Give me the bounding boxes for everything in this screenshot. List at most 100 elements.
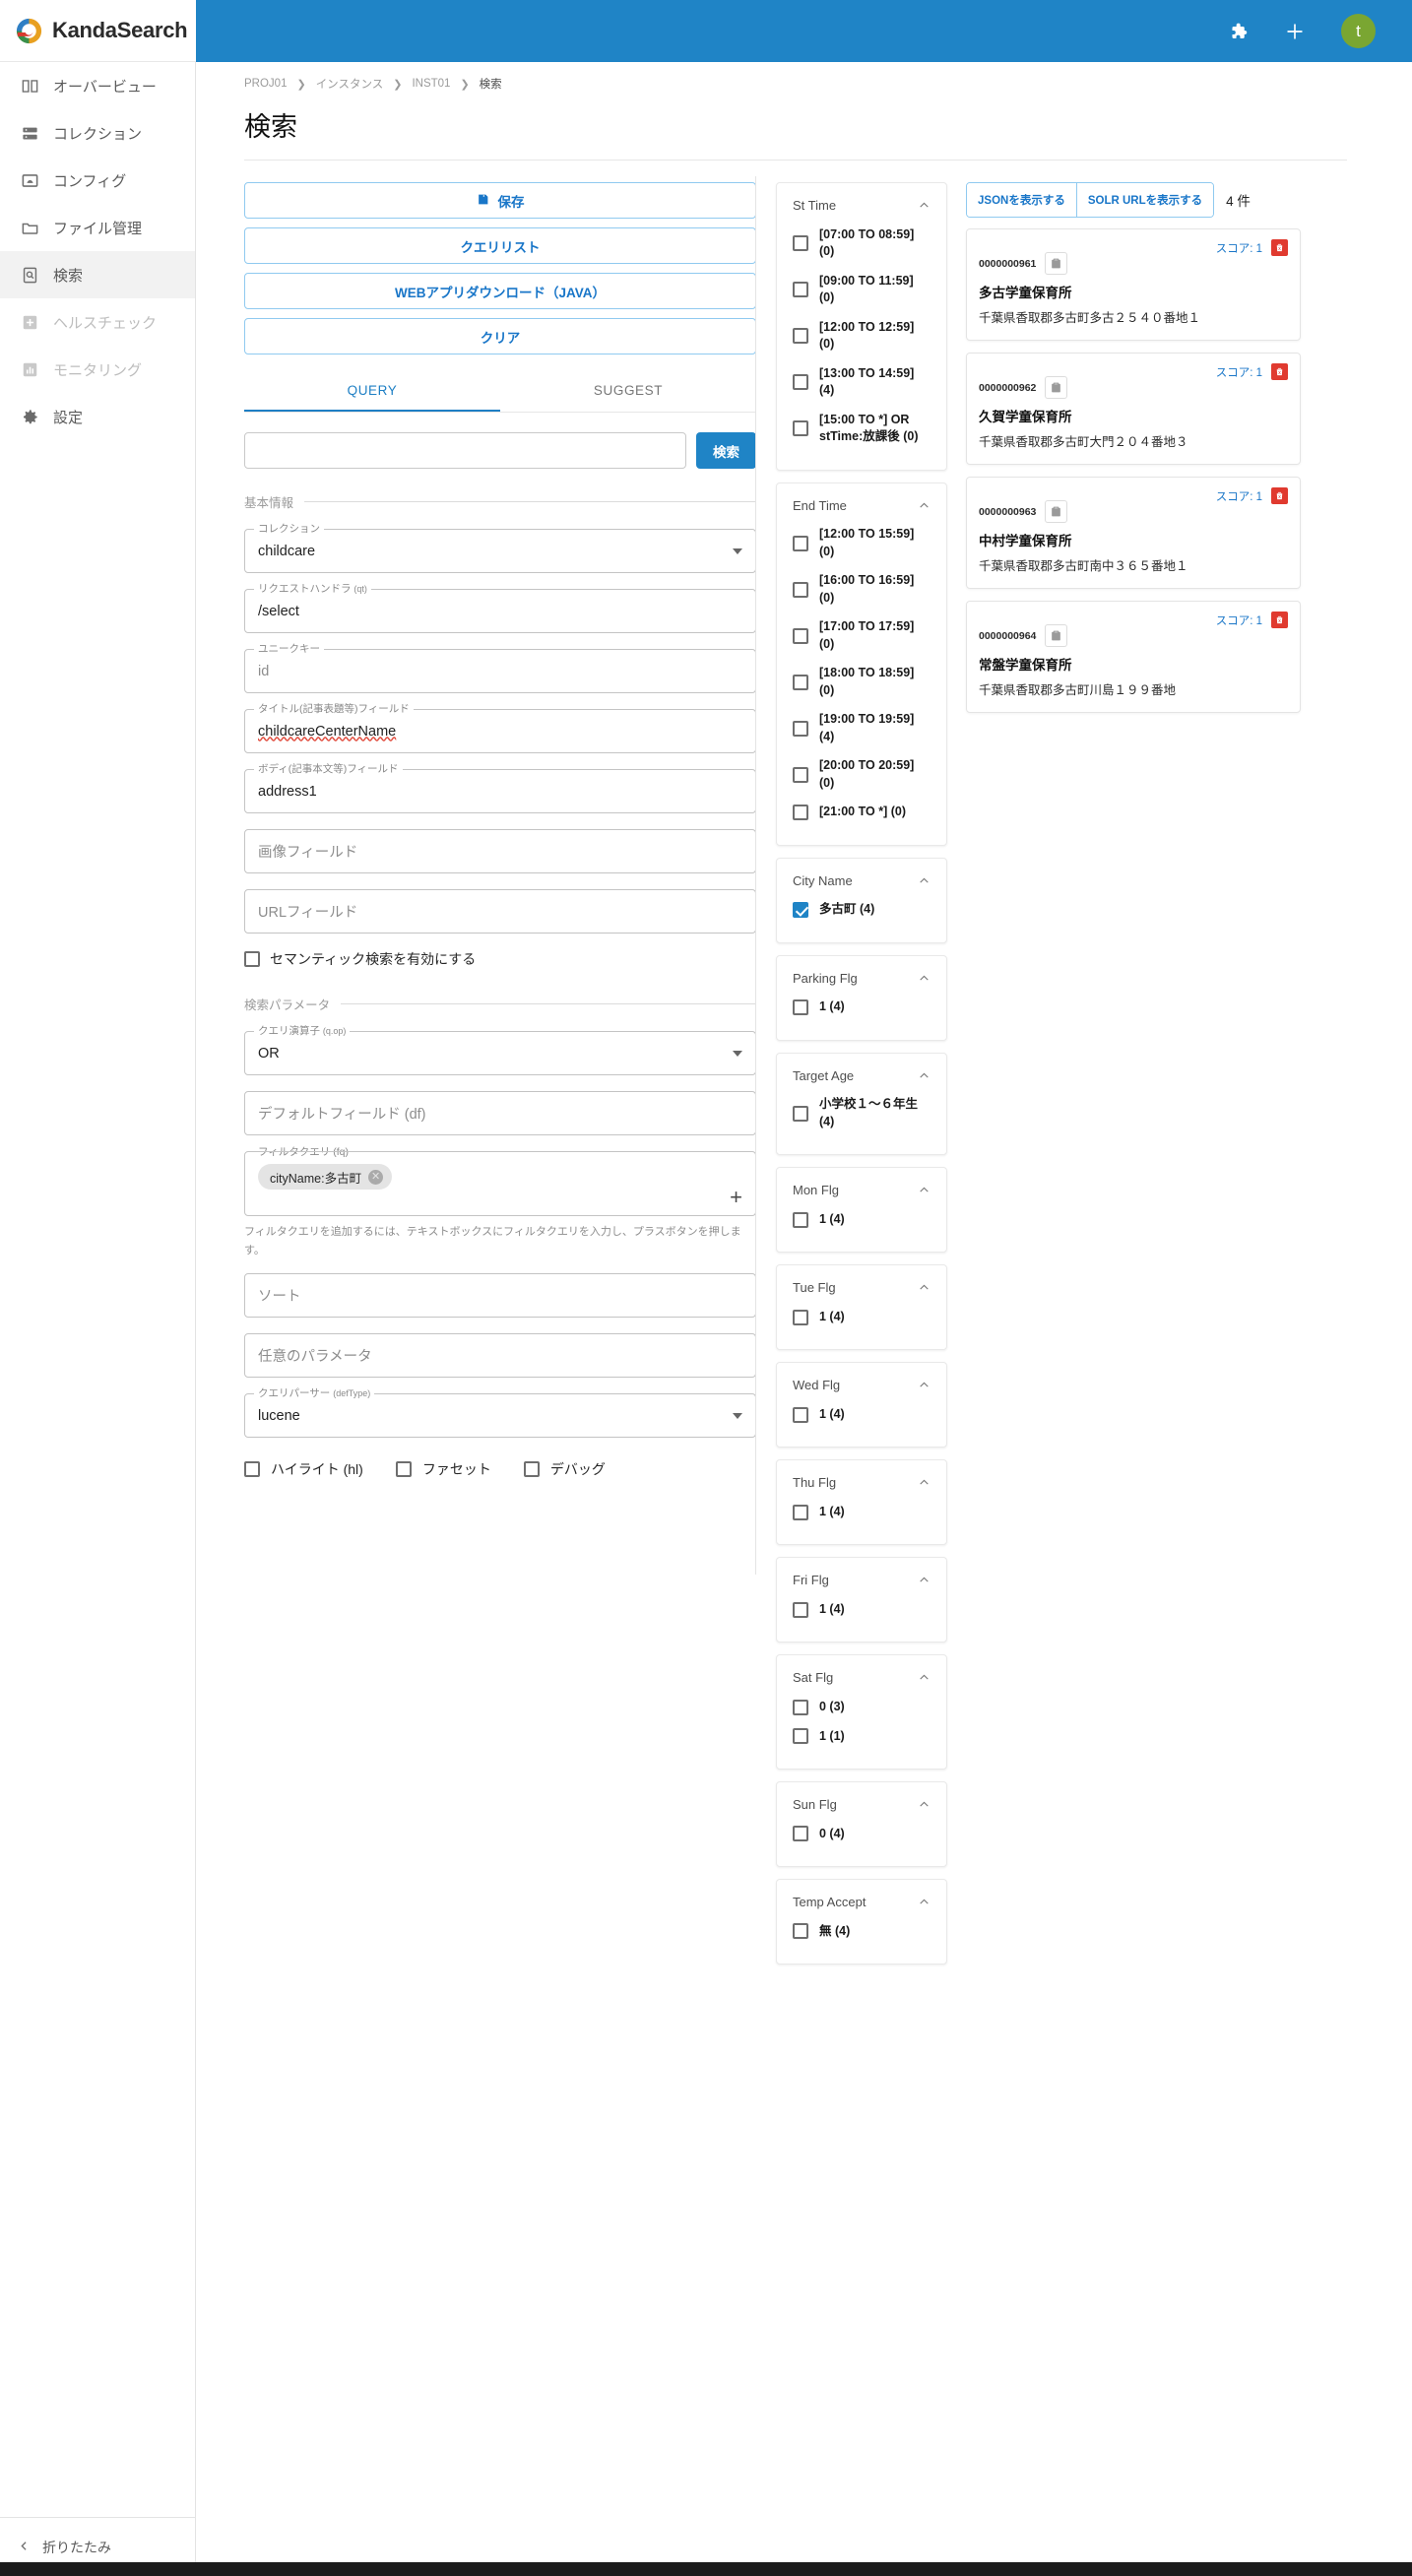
facet-option-checkbox[interactable] <box>793 235 808 252</box>
facet-option[interactable]: [17:00 TO 17:59] (0) <box>793 618 931 653</box>
facet-option-checkbox[interactable] <box>793 674 808 690</box>
facet-option[interactable]: 0 (3) <box>793 1699 931 1716</box>
facet-option-checkbox[interactable] <box>793 1601 808 1618</box>
request-handler-field[interactable]: リクエストハンドラ (qt) /select <box>244 582 756 633</box>
unique-key-field[interactable]: ユニークキー id <box>244 642 756 693</box>
sidebar-item-config[interactable]: コンフィグ <box>0 157 195 204</box>
show-json-button[interactable]: JSONを表示する <box>967 183 1076 217</box>
chevron-up-icon[interactable] <box>918 1476 931 1489</box>
optional-param-field[interactable]: 任意のパラメータ <box>244 1333 756 1379</box>
facet-header[interactable]: Mon Flg <box>793 1182 931 1199</box>
facet-option[interactable]: [13:00 TO 14:59] (4) <box>793 365 931 400</box>
trash-icon[interactable]: x <box>1271 487 1288 504</box>
facet-header[interactable]: Sun Flg <box>793 1796 931 1814</box>
facet-header[interactable]: Parking Flg <box>793 970 931 988</box>
filter-query-add-icon[interactable]: + <box>730 1187 742 1208</box>
facet-option-checkbox[interactable] <box>793 1406 808 1423</box>
sidebar-item-search[interactable]: 検索 <box>0 251 195 298</box>
facet-option[interactable]: 1 (4) <box>793 1211 931 1229</box>
facet-option[interactable]: [09:00 TO 11:59] (0) <box>793 273 931 307</box>
query-list-button[interactable]: クエリリスト <box>244 227 756 264</box>
facet-option[interactable]: 0 (4) <box>793 1826 931 1843</box>
facet-header[interactable]: Sat Flg <box>793 1669 931 1687</box>
chevron-up-icon[interactable] <box>918 199 931 212</box>
facet-option[interactable]: 1 (4) <box>793 998 931 1016</box>
result-card[interactable]: スコア: 1 x 0000000963 中村学童保育所 千葉県香取郡多古町南中３６５番地… <box>966 477 1301 589</box>
breadcrumb-item-instance[interactable]: INST01 <box>412 78 450 90</box>
facet-option[interactable]: [19:00 TO 19:59] (4) <box>793 711 931 745</box>
facet-option-checkbox[interactable] <box>793 1504 808 1520</box>
sidebar-item-collection[interactable]: コレクション <box>0 109 195 157</box>
facet-option-checkbox[interactable] <box>793 998 808 1015</box>
facet-option-checkbox[interactable] <box>793 1211 808 1228</box>
chevron-up-icon[interactable] <box>918 1574 931 1586</box>
avatar[interactable]: t <box>1341 14 1376 48</box>
puzzle-piece-icon[interactable] <box>1229 22 1249 41</box>
show-solr-url-button[interactable]: SOLR URLを表示する <box>1075 183 1214 217</box>
facet-option-checkbox[interactable] <box>793 1699 808 1715</box>
query-input[interactable] <box>244 432 686 469</box>
chevron-up-icon[interactable] <box>918 1671 931 1684</box>
facet-option-checkbox[interactable] <box>793 1728 808 1745</box>
sidebar-item-settings[interactable]: 設定 <box>0 393 195 440</box>
clipboard-icon[interactable] <box>1045 376 1068 399</box>
clipboard-icon[interactable] <box>1045 252 1068 275</box>
facet-option[interactable]: [15:00 TO *] OR stTime:放課後 (0) <box>793 412 931 446</box>
facet-option[interactable]: [16:00 TO 16:59] (0) <box>793 572 931 607</box>
save-button[interactable]: 保存 <box>244 182 756 219</box>
facet-checkbox[interactable] <box>395 1461 412 1478</box>
facet-header[interactable]: Temp Accept <box>793 1894 931 1911</box>
brand[interactable]: KandaSearch <box>0 0 196 62</box>
result-card[interactable]: スコア: 1 x 0000000962 久賀学童保育所 千葉県香取郡多古町大門２０４番地… <box>966 353 1301 465</box>
chip-close-icon[interactable]: ✕ <box>368 1169 384 1185</box>
semantic-search-checkbox[interactable] <box>244 951 260 967</box>
chevron-up-icon[interactable] <box>918 1069 931 1082</box>
facet-option-checkbox[interactable] <box>793 766 808 783</box>
facet-header[interactable]: Tue Flg <box>793 1279 931 1297</box>
body-field[interactable]: ボディ(記事本文等)フィールド address1 <box>244 762 756 813</box>
facet-header[interactable]: End Time <box>793 497 931 515</box>
trash-icon[interactable]: x <box>1271 612 1288 628</box>
facet-option-checkbox[interactable] <box>793 804 808 820</box>
facet-option[interactable]: 1 (1) <box>793 1728 931 1746</box>
facet-option-checkbox[interactable] <box>793 535 808 551</box>
plus-icon[interactable] <box>1284 21 1306 42</box>
tab-suggest[interactable]: SUGGEST <box>500 370 756 412</box>
facet-option-checkbox[interactable] <box>793 1923 808 1940</box>
debug-checkbox[interactable] <box>523 1461 540 1478</box>
result-card[interactable]: スコア: 1 x 0000000964 常盤学童保育所 千葉県香取郡多古町川島１９９番地 <box>966 601 1301 713</box>
result-card[interactable]: スコア: 1 x 0000000961 多古学童保育所 千葉県香取郡多古町多古２５４０番… <box>966 228 1301 341</box>
facet-option-checkbox[interactable] <box>793 420 808 437</box>
facet-option-checkbox[interactable] <box>793 1105 808 1122</box>
facet-option[interactable]: 多古町 (4) <box>793 901 931 919</box>
clipboard-icon[interactable] <box>1045 624 1068 647</box>
chevron-up-icon[interactable] <box>918 1379 931 1391</box>
facet-option[interactable]: 1 (4) <box>793 1601 931 1619</box>
facet-option[interactable]: 小学校１〜６年生 (4) <box>793 1096 931 1130</box>
facet-option[interactable]: 1 (4) <box>793 1406 931 1424</box>
sidebar-item-overview[interactable]: オーバービュー <box>0 62 195 109</box>
facet-option-checkbox[interactable] <box>793 1826 808 1842</box>
clipboard-icon[interactable] <box>1045 500 1068 523</box>
chevron-up-icon[interactable] <box>918 1896 931 1908</box>
facet-option[interactable]: [21:00 TO *] (0) <box>793 804 931 821</box>
chevron-down-icon[interactable] <box>733 1412 742 1419</box>
facet-header[interactable]: Fri Flg <box>793 1572 931 1589</box>
breadcrumb-item-project[interactable]: PROJ01 <box>244 78 287 90</box>
semantic-search-checkbox-row[interactable]: セマンティック検索を有効にする <box>244 949 737 969</box>
trash-icon[interactable]: x <box>1271 239 1288 256</box>
facet-option[interactable]: [12:00 TO 12:59] (0) <box>793 319 931 354</box>
sidebar-item-file-management[interactable]: ファイル管理 <box>0 204 195 251</box>
facet-option-checkbox[interactable] <box>793 328 808 345</box>
facet-option[interactable]: [20:00 TO 20:59] (0) <box>793 757 931 792</box>
facet-header[interactable]: Thu Flg <box>793 1474 931 1492</box>
chevron-down-icon[interactable] <box>733 547 742 554</box>
image-field[interactable]: 画像フィールド <box>244 829 756 873</box>
chevron-up-icon[interactable] <box>918 972 931 985</box>
facet-option[interactable]: 1 (4) <box>793 1504 931 1521</box>
title-field[interactable]: タイトル(記事表題等)フィールド childcareCenterName <box>244 702 756 753</box>
chevron-up-icon[interactable] <box>918 1184 931 1196</box>
filter-query-field[interactable]: フィルタクエリ (fq) cityName:多古町 ✕ + <box>244 1144 756 1216</box>
query-parser-field[interactable]: クエリパーサー (defType) lucene <box>244 1386 756 1439</box>
chevron-down-icon[interactable] <box>733 1050 742 1057</box>
